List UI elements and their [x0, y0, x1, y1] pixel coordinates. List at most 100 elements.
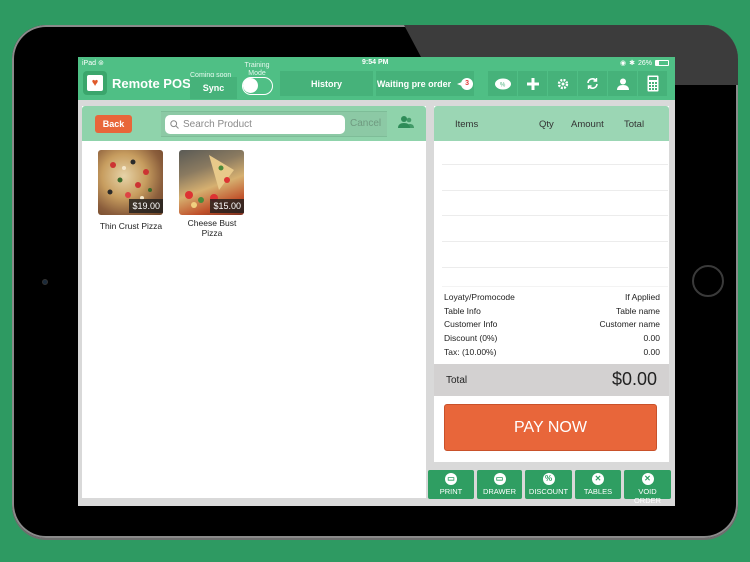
- refresh-icon: [587, 78, 598, 89]
- refresh-button[interactable]: [578, 71, 607, 96]
- summary-value: 0.00: [643, 346, 660, 357]
- user-icon: [616, 78, 629, 90]
- printer-icon: ▭: [445, 473, 457, 485]
- pre-order-count-badge: 3: [457, 77, 474, 90]
- close-icon: ✕: [641, 473, 654, 485]
- row-divider: [442, 190, 668, 191]
- search-bar: Cancel: [161, 111, 387, 137]
- history-label: History: [310, 78, 342, 89]
- product-name: Thin Crust Pizza: [99, 221, 163, 231]
- status-time: 9:54 PM: [362, 59, 389, 66]
- battery-percent: 26%: [637, 59, 652, 67]
- home-button[interactable]: [692, 265, 724, 297]
- product-name: Cheese Bust Pizza: [187, 218, 237, 238]
- tables-button[interactable]: ✕ TABLES: [575, 470, 621, 499]
- summary-label: Tax: (10.00%): [444, 346, 497, 357]
- add-icon: [526, 77, 539, 90]
- status-bar: iPad ⊚ 9:54 PM ◉ ✱ 26%: [78, 57, 675, 69]
- product-card[interactable]: $19.00 Thin Crust Pizza: [98, 150, 164, 231]
- top-toolbar: ♥ Remote POS Coming soon Sync Training M…: [78, 62, 675, 100]
- drawer-label: DRAWER: [482, 487, 517, 496]
- promo-button[interactable]: %: [488, 71, 517, 96]
- row-divider: [442, 215, 668, 216]
- summary-value[interactable]: Table name: [616, 306, 660, 320]
- app-title: Remote POS: [112, 76, 191, 91]
- product-price: $15.00: [210, 199, 244, 213]
- product-price: $19.00: [129, 199, 163, 213]
- waiting-pre-order-label: Waiting pre order: [376, 78, 452, 89]
- summary-row-discount: Discount (0%) 0.00: [444, 333, 660, 347]
- status-right: ◉ ✱ 26%: [620, 59, 669, 67]
- discount-label: DISCOUNT: [528, 487, 569, 496]
- tables-label: TABLES: [583, 487, 613, 496]
- search-field[interactable]: [165, 115, 345, 134]
- sync-button[interactable]: Sync: [190, 77, 237, 99]
- cancel-search-button[interactable]: Cancel: [350, 118, 381, 129]
- add-button[interactable]: [518, 71, 547, 96]
- col-qty: Qty: [539, 119, 554, 130]
- summary-row-promocode: Loyaty/Promocode If Applied: [444, 292, 660, 306]
- print-label: PRINT: [439, 487, 463, 496]
- pay-now-button[interactable]: PAY NOW: [444, 404, 657, 451]
- close-icon: ✕: [592, 473, 604, 485]
- location-icon: ◉: [620, 60, 627, 67]
- print-button[interactable]: ▭ PRINT: [428, 470, 474, 499]
- total-value: $0.00: [611, 369, 657, 389]
- drawer-button[interactable]: ▭ DRAWER: [477, 470, 522, 499]
- history-button[interactable]: History: [280, 71, 373, 96]
- back-button[interactable]: Back: [95, 115, 132, 133]
- row-divider: [442, 164, 668, 165]
- order-summary: Loyaty/Promocode If Applied Table Info Tab…: [444, 292, 660, 360]
- row-divider: [442, 241, 668, 242]
- product-panel-header: Back Cancel: [82, 106, 426, 141]
- battery-icon: [655, 60, 669, 66]
- search-icon: [170, 120, 179, 129]
- percent-icon: %: [542, 473, 555, 485]
- device-label: iPad ⊚: [82, 59, 104, 67]
- product-card[interactable]: $15.00 Cheese Bust Pizza: [179, 150, 245, 238]
- settings-button[interactable]: [548, 71, 577, 96]
- void-order-button[interactable]: ✕ VOID ORDER: [624, 470, 671, 505]
- svg-text:%: %: [500, 82, 506, 88]
- toggle-knob: [243, 78, 258, 93]
- calculator-button[interactable]: [638, 71, 667, 96]
- promo-icon: %: [494, 78, 511, 89]
- summary-row-table: Table Info Table name: [444, 306, 660, 320]
- order-panel: Items Qty Amount Total Loyaty/Promocode I…: [434, 106, 669, 462]
- shopping-bag-icon: ♥: [87, 75, 103, 91]
- product-panel: Back Cancel $19.00 Thin Crust Pizza: [82, 106, 426, 498]
- sync-label: Sync: [202, 83, 225, 93]
- search-input[interactable]: [183, 119, 333, 130]
- app-screen: iPad ⊚ 9:54 PM ◉ ✱ 26% ♥ Remote POS Comi…: [78, 57, 675, 506]
- summary-label: Loyaty/Promocode: [444, 292, 515, 302]
- total-label: Total: [446, 375, 468, 386]
- device-name: iPad: [82, 60, 97, 67]
- row-divider: [442, 286, 668, 287]
- customer-button[interactable]: [398, 115, 414, 132]
- summary-label: Table Info: [444, 305, 481, 316]
- summary-value[interactable]: If Applied: [625, 292, 660, 306]
- battery-fill: [656, 61, 660, 65]
- summary-value[interactable]: Customer name: [600, 319, 660, 333]
- void-order-label: VOID ORDER: [633, 487, 662, 505]
- training-mode-label: Training Mode: [244, 62, 270, 77]
- app-logo: ♥: [83, 71, 107, 95]
- user-button[interactable]: [608, 71, 637, 96]
- settings-icon: [557, 78, 568, 89]
- col-items: Items: [455, 119, 479, 130]
- product-image: $19.00: [98, 150, 163, 215]
- summary-label: Customer Info: [444, 319, 498, 330]
- product-image: $15.00: [179, 150, 244, 215]
- col-total: Total: [624, 119, 645, 130]
- wifi-icon: ⊚: [97, 60, 104, 67]
- training-mode-toggle[interactable]: [242, 77, 273, 95]
- summary-row-tax: Tax: (10.00%) 0.00: [444, 347, 660, 361]
- waiting-pre-order-button[interactable]: Waiting pre order 3: [376, 71, 474, 96]
- row-divider: [442, 267, 668, 268]
- order-actions: ▭ PRINT ▭ DRAWER % DISCOUNT ✕ TABLES ✕ VOID O…: [428, 470, 673, 505]
- order-table-header: Items Qty Amount Total: [434, 106, 669, 141]
- discount-button[interactable]: % DISCOUNT: [525, 470, 572, 499]
- front-camera: [42, 279, 48, 285]
- drawer-icon: ▭: [493, 473, 506, 485]
- summary-label: Discount (0%): [444, 333, 498, 344]
